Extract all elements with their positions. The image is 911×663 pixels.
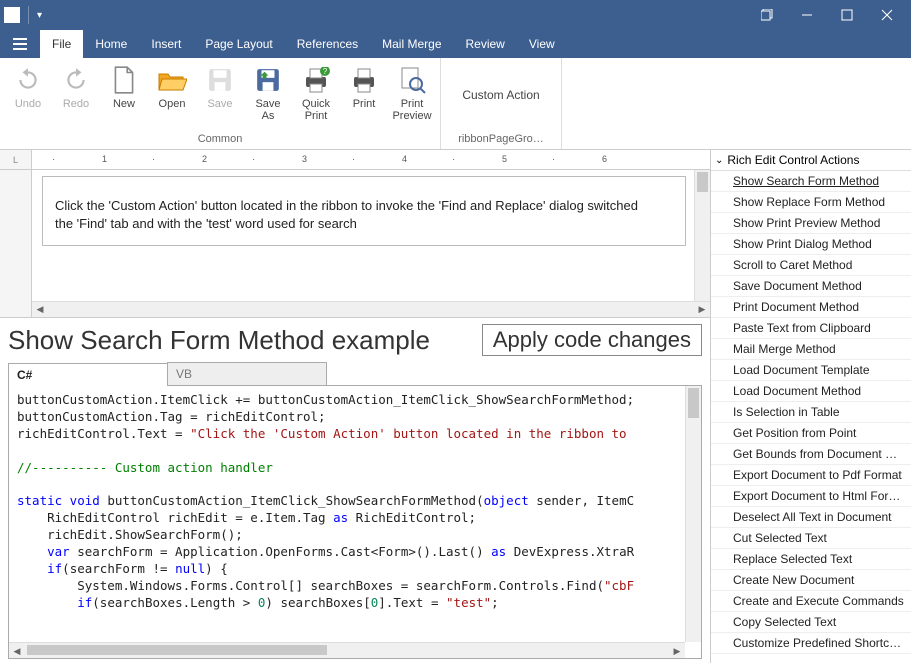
action-item[interactable]: Get Position from Point [711,423,911,444]
code-vertical-scrollbar[interactable] [685,386,701,642]
undo-button: Undo [6,62,50,124]
actions-panel-header[interactable]: ⌄ Rich Edit Control Actions [711,150,911,171]
ribbon-group-label-custom: ribbonPageGro… [441,131,561,149]
action-item[interactable]: Create and Execute Commands [711,591,911,612]
maximize-button[interactable] [827,0,867,30]
scroll-left-icon[interactable]: ◀ [9,643,25,658]
scroll-right-icon[interactable]: ▶ [694,304,710,315]
document-text-line: Click the 'Custom Action' button located… [55,197,673,215]
save-button: Save [198,62,242,124]
document-vertical-scrollbar[interactable] [694,170,710,301]
print-icon [348,64,380,96]
save-as-icon [252,64,284,96]
action-item[interactable]: Get Bounds from Document Po… [711,444,911,465]
action-item[interactable]: Is Selection in Table [711,402,911,423]
document-page[interactable]: Click the 'Custom Action' button located… [42,176,686,246]
ribbon-group-label-common: Common [0,131,440,149]
action-item[interactable]: Load Document Template [711,360,911,381]
code-horizontal-scrollbar[interactable]: ◀ ▶ [9,642,685,658]
action-item[interactable]: Cut Selected Text [711,528,911,549]
example-title: Show Search Form Method example [8,325,470,356]
action-item[interactable]: Customize Predefined Shortcut… [711,633,911,654]
document-viewport[interactable]: Click the 'Custom Action' button located… [32,170,710,317]
action-item[interactable]: Save Document Method [711,276,911,297]
action-item[interactable]: Show Print Preview Method [711,213,911,234]
redo-icon [60,64,92,96]
hamburger-icon[interactable] [0,30,40,58]
actions-panel: ⌄ Rich Edit Control Actions Show Search … [711,150,911,663]
menu-item-references[interactable]: References [285,30,370,58]
action-item[interactable]: Mail Merge Method [711,339,911,360]
action-item[interactable]: Print Document Method [711,297,911,318]
new-button[interactable]: New [102,62,146,124]
menu-item-page-layout[interactable]: Page Layout [193,30,284,58]
titlebar: ▾ [0,0,911,30]
action-item[interactable]: Create New Document [711,570,911,591]
svg-text:?: ? [323,67,328,76]
save-icon [204,64,236,96]
undo-icon [12,64,44,96]
new-icon [108,64,140,96]
menu-item-file[interactable]: File [40,30,83,58]
action-item[interactable]: Deselect All Text in Document [711,507,911,528]
action-item[interactable]: Show Replace Form Method [711,192,911,213]
action-item[interactable]: Export Document to Html For… [711,486,911,507]
menubar: FileHomeInsertPage LayoutReferencesMail … [0,30,911,58]
document-text-line: the 'Find' tab and with the 'test' word … [55,215,673,233]
vertical-ruler [0,170,32,317]
code-editor[interactable]: buttonCustomAction.ItemClick += buttonCu… [9,386,701,617]
menu-item-mail-merge[interactable]: Mail Merge [370,30,453,58]
action-item[interactable]: Load Document Method [711,381,911,402]
quick-print-button[interactable]: ?QuickPrint [294,62,338,124]
custom-action-button[interactable]: Custom Action [441,58,561,131]
action-item[interactable]: Replace Selected Text [711,549,911,570]
document-horizontal-scrollbar[interactable]: ◀ ▶ [32,301,710,317]
app-icon [4,7,20,23]
restore-down-small-button[interactable] [747,0,787,30]
menu-item-home[interactable]: Home [83,30,139,58]
ribbon: UndoRedoNewOpenSaveSaveAs?QuickPrintPrin… [0,58,911,150]
scroll-right-icon[interactable]: ▶ [669,643,685,658]
qa-dropdown-icon[interactable]: ▾ [37,10,42,21]
action-item[interactable]: Scroll to Caret Method [711,255,911,276]
action-item[interactable]: Paste Text from Clipboard [711,318,911,339]
quick-print-icon: ? [300,64,332,96]
action-item[interactable]: Show Print Dialog Method [711,234,911,255]
apply-code-changes-button[interactable]: Apply code changes [482,324,702,356]
code-tab-csharp[interactable]: C# [8,363,168,386]
chevron-down-icon[interactable]: ⌄ [715,155,723,166]
print-preview-icon [396,64,428,96]
save-as-button[interactable]: SaveAs [246,62,290,124]
open-button[interactable]: Open [150,62,194,124]
minimize-button[interactable] [787,0,827,30]
scroll-left-icon[interactable]: ◀ [32,304,48,315]
menu-item-view[interactable]: View [517,30,567,58]
menu-item-review[interactable]: Review [454,30,517,58]
print-preview-button[interactable]: PrintPreview [390,62,434,124]
print-button[interactable]: Print [342,62,386,124]
action-item[interactable]: Show Search Form Method [711,171,911,192]
action-item[interactable]: Export Document to Pdf Format [711,465,911,486]
redo-button: Redo [54,62,98,124]
open-icon [156,64,188,96]
code-tab-vb[interactable]: VB [167,362,327,385]
horizontal-ruler: L ·1·2·3·4·5·6 [0,150,710,170]
menu-item-insert[interactable]: Insert [139,30,193,58]
action-item[interactable]: Copy Selected Text [711,612,911,633]
close-button[interactable] [867,0,907,30]
